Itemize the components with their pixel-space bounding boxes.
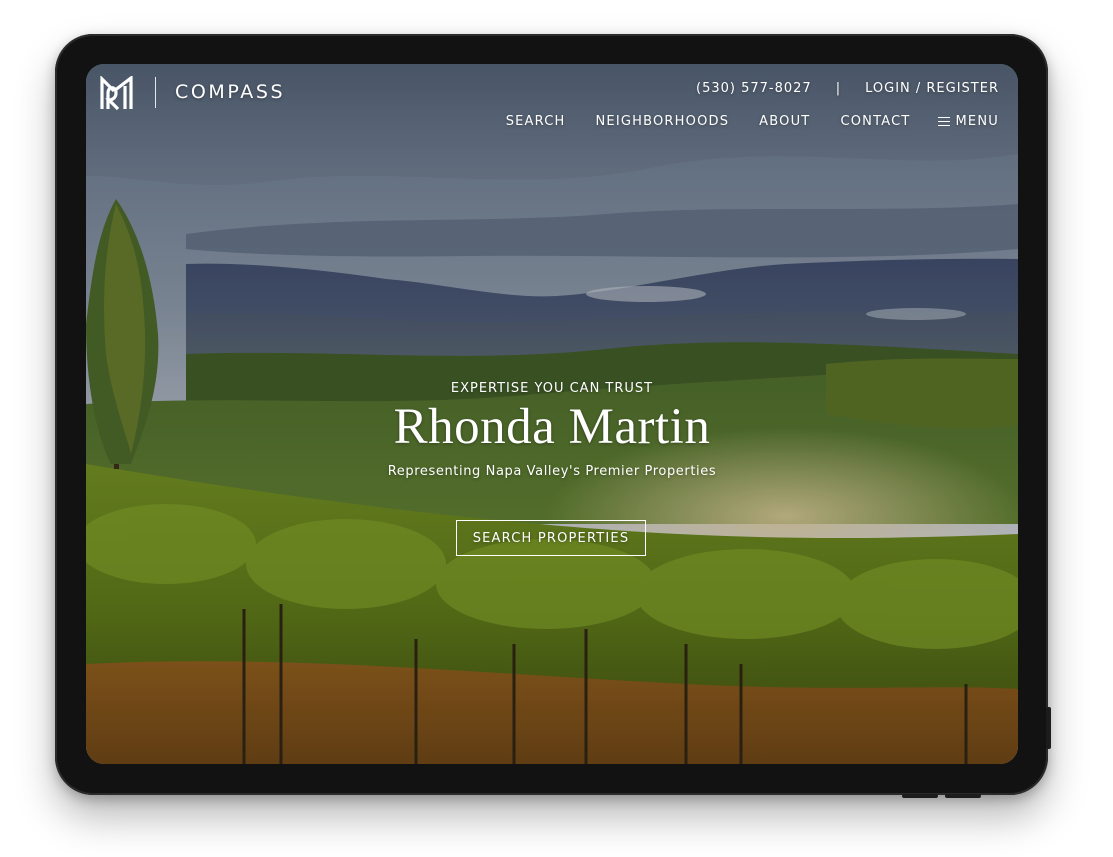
compass-logo[interactable]: COMPASS	[175, 81, 285, 103]
logo-divider	[155, 77, 156, 108]
tablet-side-button	[1046, 707, 1051, 749]
login-register-link[interactable]: LOGIN / REGISTER	[865, 81, 999, 96]
phone-link[interactable]: (530) 577-8027	[696, 81, 812, 96]
tablet-volume-button	[945, 794, 981, 798]
utility-bar: (530) 577-8027 | LOGIN / REGISTER	[696, 81, 999, 96]
search-properties-button[interactable]: SEARCH PROPERTIES	[456, 520, 646, 556]
tablet-volume-button	[902, 794, 938, 798]
hero-section: EXPERTISE YOU CAN TRUST Rhonda Martin Re…	[86, 381, 1018, 479]
nav-neighborhoods[interactable]: NEIGHBORHOODS	[595, 114, 729, 129]
utility-separator: |	[835, 81, 842, 96]
menu-button[interactable]: MENU	[937, 114, 999, 129]
nav-about[interactable]: ABOUT	[759, 114, 810, 129]
agent-monogram-logo[interactable]	[100, 76, 134, 110]
hamburger-icon	[937, 116, 950, 127]
nav-contact[interactable]: CONTACT	[840, 114, 910, 129]
hero-eyebrow: EXPERTISE YOU CAN TRUST	[450, 381, 654, 396]
hero-title: Rhonda Martin	[393, 399, 711, 455]
main-nav: SEARCH NEIGHBORHOODS ABOUT CONTACT MENU	[476, 114, 999, 129]
nav-search[interactable]: SEARCH	[506, 114, 566, 129]
menu-label: MENU	[955, 114, 999, 129]
website-screen: COMPASS (530) 577-8027 | LOGIN / REGISTE…	[86, 64, 1018, 764]
hero-tagline: Representing Napa Valley's Premier Prope…	[387, 464, 717, 479]
